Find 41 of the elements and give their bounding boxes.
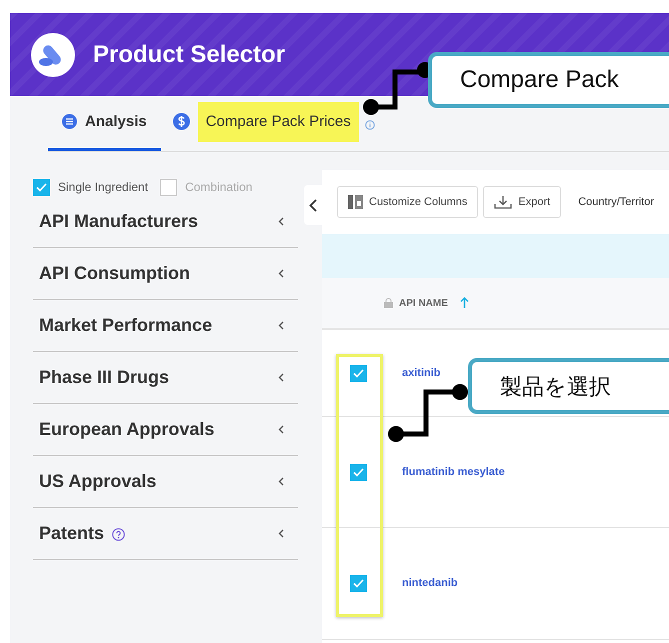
checkmark-icon	[353, 368, 364, 378]
download-icon	[494, 195, 512, 209]
checkmark-icon	[353, 468, 364, 476]
checkmark-icon	[353, 579, 364, 588]
accordion-item[interactable]: API Manufacturers	[33, 196, 298, 248]
column-header[interactable]: API NAME	[384, 296, 469, 310]
accordion-item[interactable]: European Approvals	[33, 404, 298, 456]
checkbox-label: Combination	[185, 179, 252, 196]
checkbox[interactable]	[33, 178, 50, 196]
section-title: API Consumption	[39, 262, 190, 285]
pills-logo-icon	[31, 32, 75, 76]
chevron-left-icon	[309, 198, 317, 212]
callout-text: 製品を選択	[500, 372, 611, 400]
filter-label: Country/Territor	[578, 194, 654, 210]
section-title: API Manufacturers	[39, 210, 198, 233]
row-checkbox[interactable]	[350, 575, 367, 592]
checkmark-icon	[36, 182, 47, 192]
accordion-item[interactable]: Patents	[33, 508, 298, 560]
api-name-link[interactable]: axitinib	[402, 364, 441, 382]
section-title: US Approvals	[39, 470, 156, 493]
accordion-item[interactable]: US Approvals	[33, 456, 298, 508]
accordion-item[interactable]: Market Performance	[33, 300, 298, 352]
customize-columns-button[interactable]: Customize Columns	[337, 186, 478, 218]
collapse-button[interactable]	[304, 185, 322, 225]
tab[interactable]: Analysis	[48, 96, 161, 151]
accordion-item[interactable]: API Consumption	[33, 248, 298, 300]
callout-text: Compare Pack	[460, 65, 619, 95]
section-title: European Approvals	[39, 418, 214, 441]
section-title: Market Performance	[39, 314, 212, 337]
export-button[interactable]: Export	[483, 186, 562, 218]
accordion-item[interactable]: Phase III Drugs	[33, 352, 298, 404]
checkbox[interactable]	[160, 178, 178, 196]
columns-icon	[348, 195, 363, 209]
section-title: Patents	[39, 522, 104, 545]
row-checkbox[interactable]	[350, 464, 367, 480]
app-title: Product Selector	[93, 40, 286, 70]
api-name-link[interactable]: flumatinib mesylate	[402, 464, 505, 480]
api-name-link[interactable]: nintedanib	[402, 575, 458, 592]
checkbox-label: Single Ingredient	[58, 179, 148, 196]
section-title: Phase III Drugs	[39, 366, 170, 389]
row-checkbox[interactable]	[350, 364, 367, 382]
